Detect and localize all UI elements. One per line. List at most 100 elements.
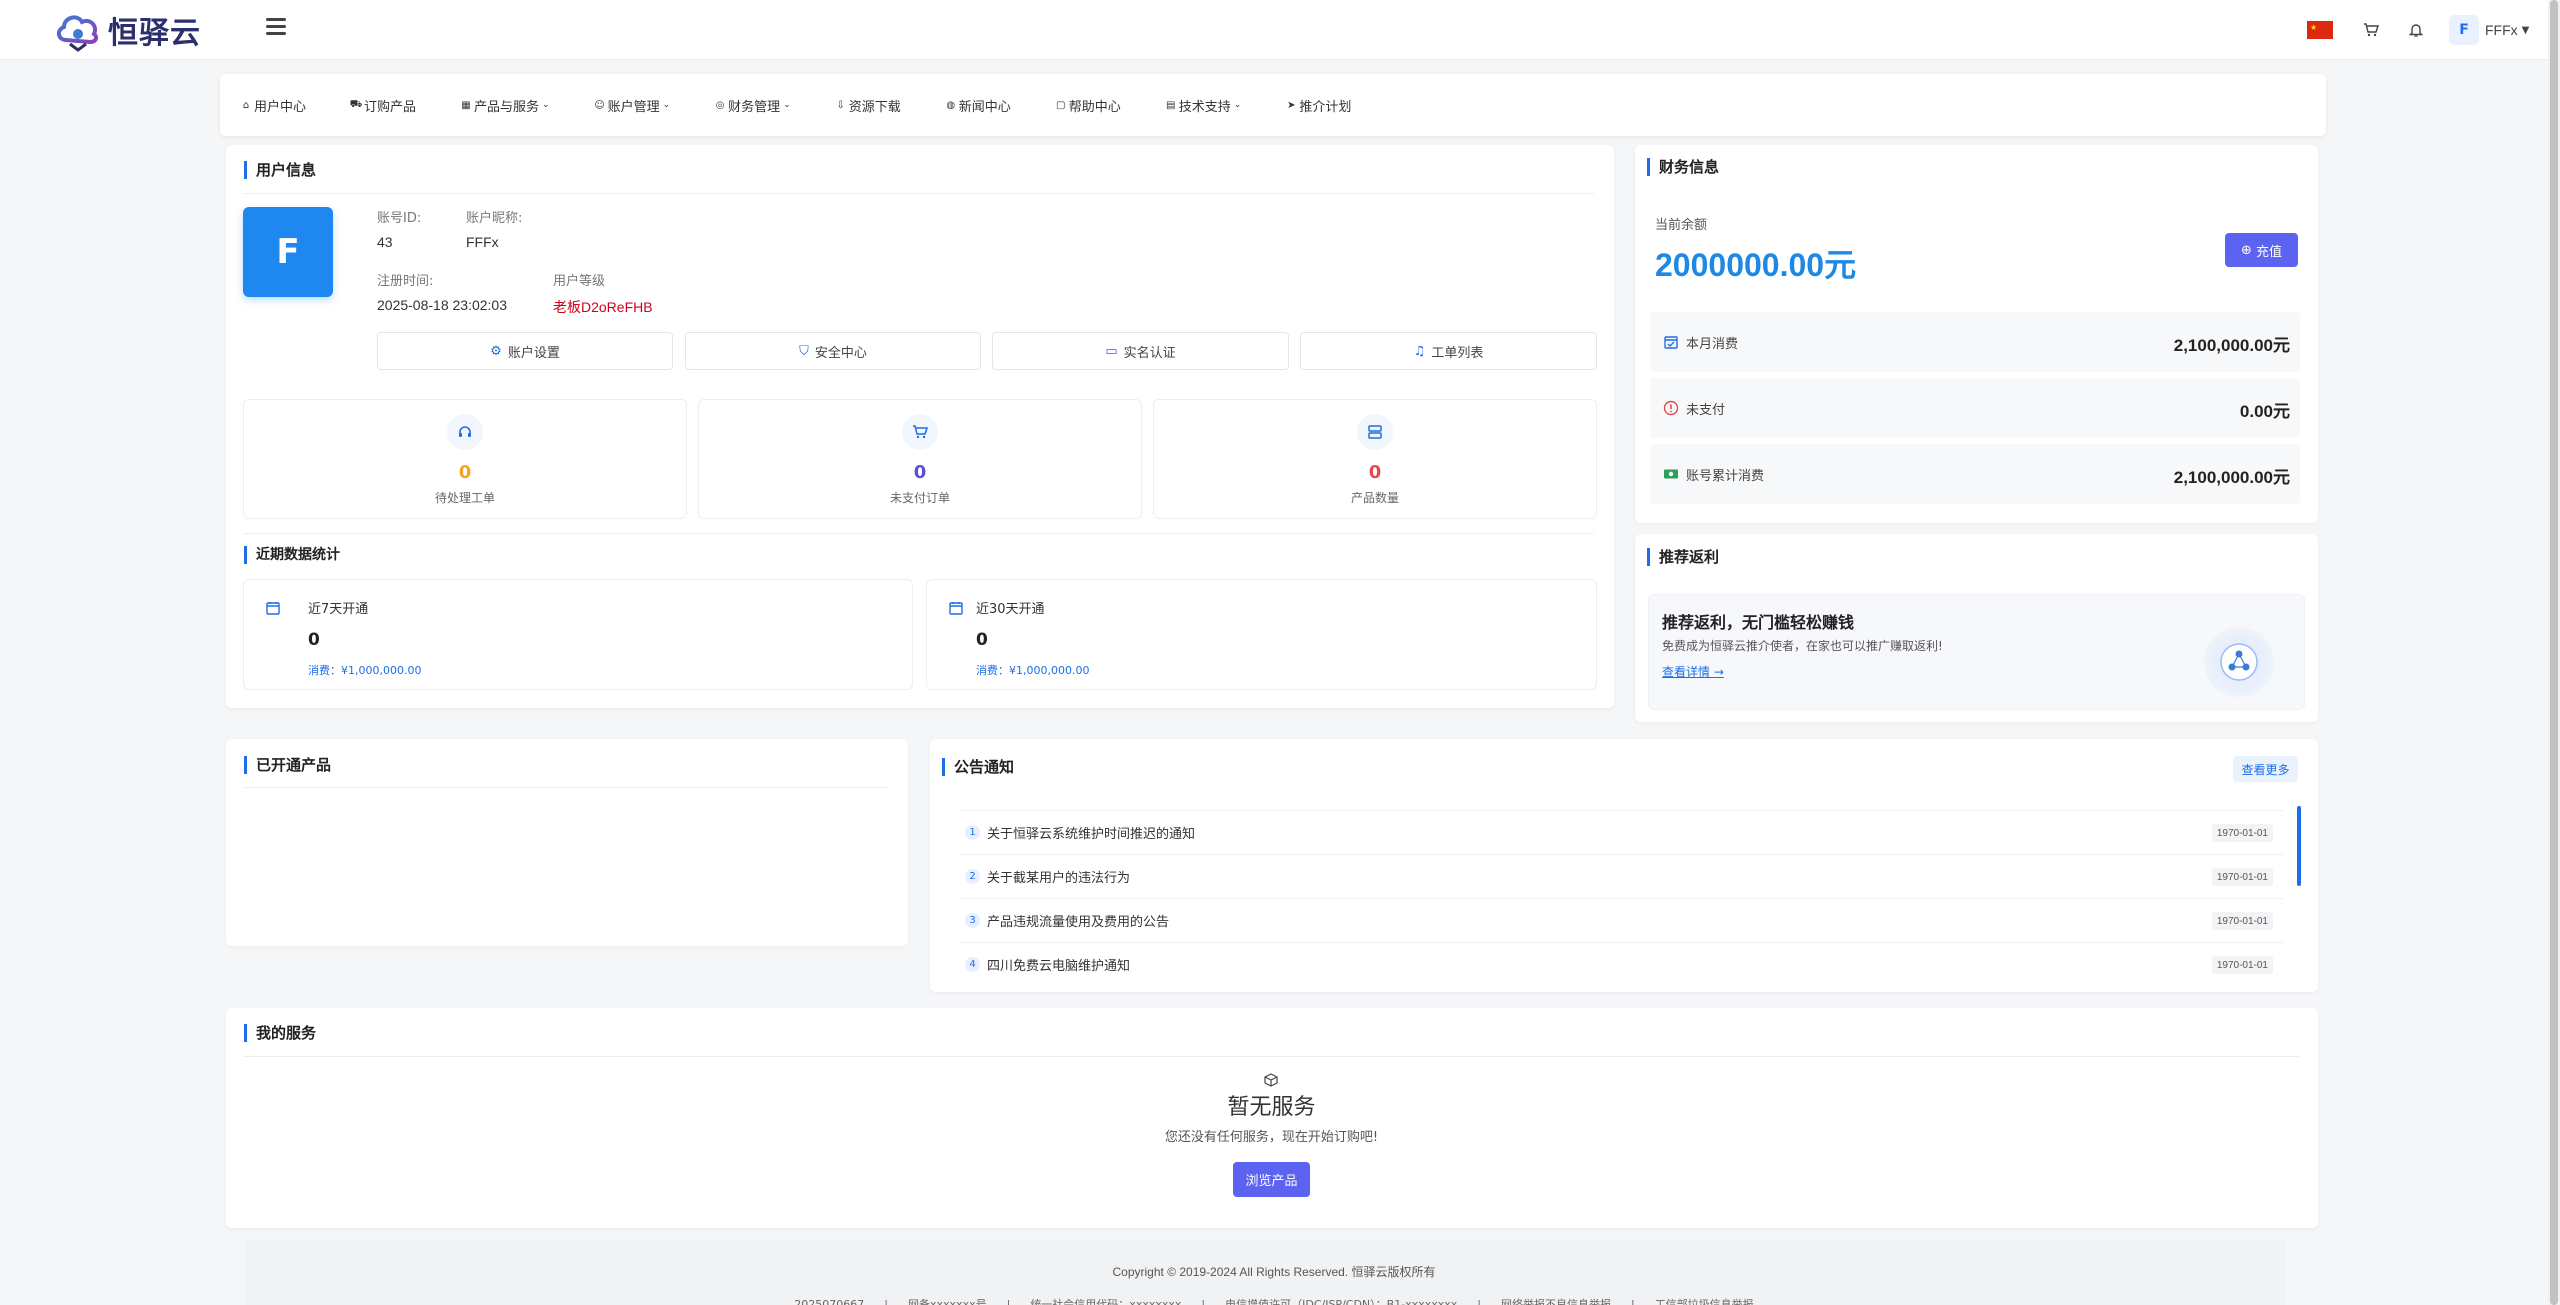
plus-circle-icon: ⊕ [2241,242,2252,258]
button-label: 充值 [2255,244,2282,260]
footer-link[interactable]: 2025070667 [794,1298,864,1305]
nav-item-label: 资源下载 [848,99,901,115]
recharge-button[interactable]: ⊕ 充值 [2225,233,2298,267]
nickname-label: 账户昵称: [466,211,523,226]
divider [244,787,889,788]
pending-tickets-stat[interactable]: 0 待处理工单 [243,399,687,519]
calendar-icon [266,602,280,615]
cash-icon [1664,469,1678,479]
footer-separator: | [1477,1298,1481,1305]
level-label: 用户等级 [553,274,606,289]
footer-link[interactable]: 网络举报不良信息举报 [1501,1298,1611,1305]
account-id-value: 43 [377,234,393,250]
browse-products-button[interactable]: 浏览产品 [1233,1162,1310,1197]
real-name-auth-button[interactable]: ▭ 实名认证 [992,332,1289,370]
unpaid-orders-stat[interactable]: 0 未支付订单 [698,399,1142,519]
button-label: 安全中心 [814,345,867,361]
referral-network-icon [2204,627,2274,697]
logo[interactable]: 恒驿云 [52,4,202,56]
row-value: 2,100,000.00元 [2173,336,2290,355]
avatar: F [243,207,333,297]
cart-icon[interactable] [2359,18,2383,42]
user-icon: ☺ [594,99,605,111]
headset-icon: ♫ [1413,343,1426,359]
nav-item-9[interactable]: ➤ 推介计划 [1285,96,1351,115]
recent-value: 0 [308,630,320,650]
nav-item-8[interactable]: ▤ 技术支持 ⌄ [1165,96,1241,115]
stat-label: 产品数量 [1350,491,1399,505]
balance-value: 2000000.00元 [1655,247,1857,283]
footer-separator: | [1201,1298,1206,1305]
nav-item-label: 订购产品 [364,99,417,115]
nav-item-6[interactable]: ◍ 新闻中心 [945,96,1010,115]
alert-circle-icon [1663,400,1679,416]
monthly-spend-row: 本月消费 2,100,000.00元 [1650,312,2300,372]
nav-item-2[interactable]: ▦ 产品与服务 ⌄ [460,96,550,115]
row-label: 未支付 [1686,403,1726,418]
divider [244,533,1594,534]
recent-spend: 消费：¥1,000,000.00 [976,664,1090,677]
cart-icon: ⛟ [349,98,363,110]
list-item[interactable]: 2 关于截某用户的违法行为 1970-01-01 [960,854,2283,898]
announcement-scrollbar[interactable] [2297,806,2301,886]
nav-item-3[interactable]: ☺ 账户管理 ⌄ [594,96,670,115]
stat-value: 0 [1368,462,1382,483]
home-icon: ⌂ [242,99,250,111]
stat-label: 未支付订单 [889,491,950,505]
chevron-down-icon: ⌄ [542,100,550,110]
nickname-value: FFFx [466,234,499,250]
ticket-icon: ▤ [1166,99,1176,111]
list-item[interactable]: 3 产品违规流量使用及费用的公告 1970-01-01 [960,898,2283,942]
footer-link[interactable]: 电信增值许可（IDC/ISP/CDN）：B1-xxxxxxxx [1225,1298,1457,1305]
footer-link[interactable]: 网备xxxxxxx号 [908,1298,987,1305]
footer-link[interactable]: 工信部垃圾信息举报 [1655,1298,1754,1305]
user-menu[interactable]: F FFFx ▼ [2449,14,2529,46]
top-bar: 恒驿云 F FFFx ▼ [0,0,2548,60]
account-settings-button[interactable]: ⚙ 账户设置 [377,332,673,370]
nav-item-label: 推介计划 [1299,99,1352,115]
bell-icon[interactable] [2404,18,2428,42]
item-index: 1 [965,825,980,840]
view-details-link[interactable]: 查看详情 → [1662,663,1724,680]
nav-item-0[interactable]: ⌂ 用户中心 [240,96,306,115]
shield-icon: ⛉ [799,343,809,359]
security-center-button[interactable]: ⛉ 安全中心 [685,332,981,370]
globe-icon: ◍ [946,99,956,111]
product-count-stat[interactable]: 0 产品数量 [1153,399,1597,519]
divider [244,1056,2299,1057]
nav-item-5[interactable]: ⇩ 资源下载 [835,96,901,115]
item-date: 1970-01-01 [2211,824,2273,842]
grid-icon: ▦ [461,99,471,111]
china-flag-icon[interactable] [2307,21,2333,39]
item-index: 3 [965,913,980,928]
footer-separator: | [1006,1298,1011,1305]
page-scrollbar-thumb[interactable] [2550,0,2558,1305]
box-icon [1264,1073,1278,1087]
ticket-list-button[interactable]: ♫ 工单列表 [1300,332,1597,370]
balance-label: 当前余额 [1655,218,1708,233]
nav-item-label: 用户中心 [254,99,307,115]
footer-link[interactable]: 统一社会信用代码：xxxxxxxx [1030,1298,1181,1305]
menu-toggle-icon[interactable] [266,18,286,40]
products-card: 已开通产品 [226,739,908,946]
row-label: 账号累计消费 [1686,469,1765,484]
stat-label: 待处理工单 [434,491,495,505]
nav-item-label: 财务管理 [728,99,781,115]
user-name: FFFx [2485,22,2518,38]
nav-item-1[interactable]: ⛟ 订购产品 [350,96,416,115]
nav-item-label: 账户管理 [607,99,660,115]
recent-value: 0 [976,630,988,650]
card-title: 财务信息 [1647,158,1719,176]
nav-item-7[interactable]: ▢ 帮助中心 [1055,96,1121,115]
recent-7-days: 近7天开通 0 消费：¥1,000,000.00 [243,579,913,690]
item-index: 2 [965,869,980,884]
main-nav: ⌂ 用户中心 ⛟ 订购产品 ▦ 产品与服务 ⌄ ☺ 账户管理 ⌄ ◎ 财务管理 ⌄ ⇩ 资源下载 ◍ 新闻中心 ▢… [220,74,2326,136]
list-item[interactable]: 4 四川免费云电脑维护通知 1970-01-01 [960,942,2283,980]
nav-item-label: 技术支持 [1178,99,1231,115]
recent-title: 近7天开通 [308,602,369,617]
recent-title: 近30天开通 [976,602,1045,617]
list-item[interactable]: 1 关于恒驿云系统维护时间推迟的通知 1970-01-01 [960,810,2283,854]
nav-item-4[interactable]: ◎ 财务管理 ⌄ [714,96,791,115]
view-more-button[interactable]: 查看更多 [2233,756,2298,782]
footer-separator: | [1630,1298,1635,1305]
